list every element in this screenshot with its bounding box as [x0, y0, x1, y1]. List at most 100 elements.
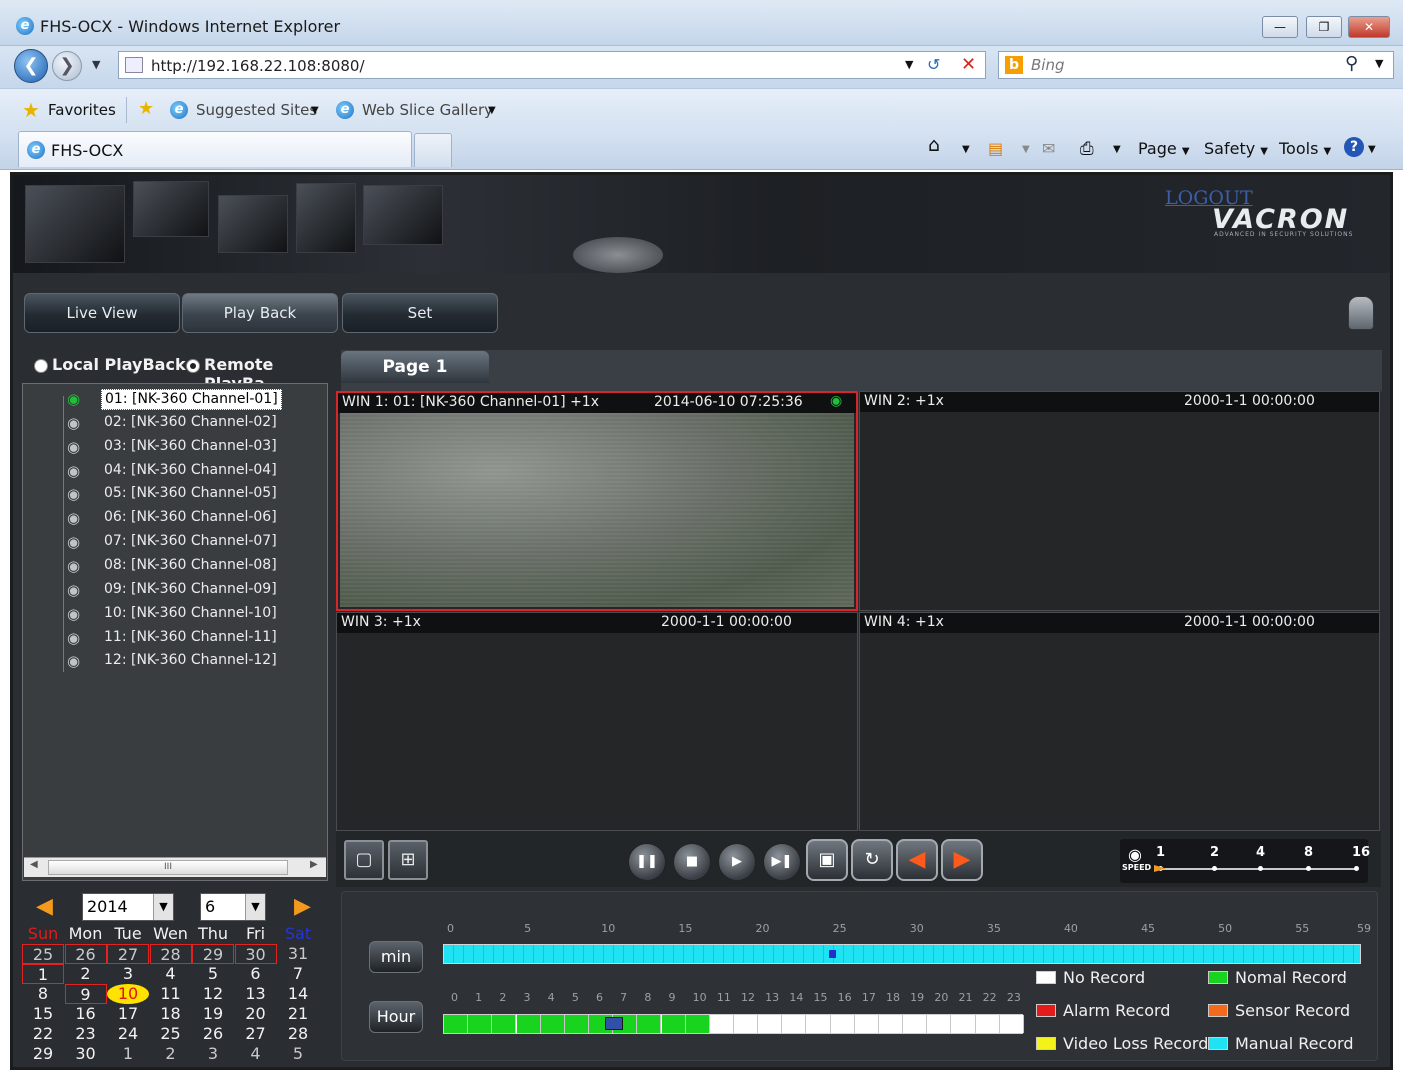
calendar-day[interactable]: 21 [277, 1004, 319, 1024]
address-dropdown-icon[interactable]: ▼ [905, 58, 913, 71]
calendar-day[interactable]: 20 [235, 1004, 277, 1024]
scroll-right-icon[interactable]: ▶ [310, 859, 318, 870]
calendar-day[interactable]: 27 [107, 944, 149, 964]
rewind-left-icon[interactable]: ◀ [896, 839, 938, 881]
calendar-day[interactable]: 30 [65, 1044, 107, 1064]
single-view-layout-icon[interactable]: ▢ [344, 840, 384, 880]
calendar-day[interactable]: 19 [192, 1004, 234, 1024]
chevron-down-icon[interactable]: ▼ [488, 105, 496, 116]
feeds-dropdown-icon[interactable]: ▼ [1022, 144, 1030, 155]
prev-month-arrow-icon[interactable]: ◀ [36, 894, 53, 919]
channel-tree-item[interactable]: ◉ 04: [NK-360 Channel-04] [23, 460, 323, 484]
recent-pages-dropdown-icon[interactable]: ▼ [92, 58, 100, 71]
alarm-light-icon[interactable] [1348, 296, 1374, 330]
calendar-day[interactable]: 2 [65, 964, 107, 984]
calendar-day[interactable]: 18 [150, 1004, 192, 1024]
new-tab-button[interactable] [414, 133, 452, 167]
hour-cell[interactable] [999, 1015, 1024, 1033]
print-icon[interactable]: ⎙ [1080, 139, 1094, 159]
hour-cell[interactable] [903, 1015, 928, 1033]
help-dropdown-icon[interactable]: ▼ [1368, 144, 1376, 155]
safety-menu[interactable]: Safety ▼ [1204, 139, 1268, 158]
forward-button[interactable]: ❯ [52, 51, 82, 81]
hour-cell[interactable] [854, 1015, 879, 1033]
calendar-day[interactable]: 16 [65, 1004, 107, 1024]
speed-option[interactable]: 16 [1352, 845, 1370, 860]
hour-cell[interactable] [540, 1015, 565, 1033]
scroll-left-icon[interactable]: ◀ [30, 859, 38, 870]
set-button[interactable]: Set [342, 293, 498, 333]
calendar-day[interactable]: 29 [22, 1044, 64, 1064]
back-button[interactable]: ❮ [14, 49, 48, 83]
hour-cell[interactable] [951, 1015, 976, 1033]
channel-tree-item[interactable]: ◉ 12: [NK-360 Channel-12] [23, 650, 323, 674]
refresh-icon[interactable]: ↻ [851, 839, 893, 881]
speed-option[interactable]: 2 [1210, 845, 1219, 860]
video-window-4[interactable]: WIN 4: +1x 2000-1-1 00:00:00 [859, 612, 1380, 831]
calendar-day[interactable]: 4 [150, 964, 192, 984]
calendar-day[interactable]: 22 [22, 1024, 64, 1044]
stop-icon[interactable]: ✕ [961, 54, 976, 75]
calendar-day[interactable]: 29 [192, 944, 234, 964]
video-window-1[interactable]: WIN 1: 01: [NK-360 Channel-01] +1x 2014-… [336, 391, 858, 611]
calendar-day[interactable]: 27 [235, 1024, 277, 1044]
calendar-day[interactable]: 5 [192, 964, 234, 984]
scroll-thumb[interactable]: III [48, 860, 288, 875]
favorites-button[interactable]: Favorites [48, 101, 116, 119]
address-bar[interactable]: http://192.168.22.108:8080/ ▼ ↺ ✕ [118, 51, 986, 79]
hour-timeline-bar[interactable] [443, 1014, 1024, 1034]
calendar-day[interactable]: 30 [234, 944, 277, 964]
tab-active[interactable]: e FHS-OCX [18, 131, 412, 167]
video-window-2[interactable]: WIN 2: +1x 2000-1-1 00:00:00 [859, 391, 1380, 611]
play-back-button[interactable]: Play Back [182, 293, 338, 333]
minute-cursor[interactable] [829, 950, 837, 958]
hour-cell[interactable] [734, 1015, 759, 1033]
calendar-day[interactable]: 4 [235, 1044, 277, 1064]
hour-cell[interactable] [516, 1015, 541, 1033]
help-icon[interactable]: ? [1344, 137, 1364, 157]
calendar-day[interactable]: 26 [192, 1024, 234, 1044]
chevron-down-icon[interactable]: ▼ [245, 894, 265, 920]
live-view-button[interactable]: Live View [24, 293, 180, 333]
hour-cell[interactable] [975, 1015, 1000, 1033]
add-favorite-icon[interactable]: ★ [138, 98, 154, 119]
mail-icon[interactable]: ✉ [1042, 139, 1055, 158]
calendar-day[interactable]: 1 [22, 964, 64, 984]
calendar-day[interactable]: 17 [107, 1004, 149, 1024]
calendar-day[interactable]: 25 [22, 944, 64, 964]
channel-tree-item[interactable]: ◉ 11: [NK-360 Channel-11] [23, 627, 323, 651]
calendar-day[interactable]: 14 [277, 984, 319, 1004]
channel-tree-item[interactable]: ◉ 08: [NK-360 Channel-08] [23, 555, 323, 579]
calendar-day[interactable]: 25 [150, 1024, 192, 1044]
search-icon[interactable]: ⚲ [1345, 53, 1358, 74]
search-box[interactable]: b Bing ⚲ ▼ [998, 51, 1394, 79]
hour-cell[interactable] [830, 1015, 855, 1033]
play-button[interactable]: ▶ [718, 843, 756, 881]
web-slice-gallery-link[interactable]: Web Slice Gallery [362, 101, 493, 119]
calendar-day[interactable]: 5 [277, 1044, 319, 1064]
speed-option[interactable]: 8 [1304, 845, 1313, 860]
local-playback-radio[interactable] [34, 359, 48, 373]
channel-tree-item[interactable]: ◉ 02: [NK-360 Channel-02] [23, 412, 323, 436]
quad-view-layout-icon[interactable]: ⊞ [388, 840, 428, 880]
snapshot-camera-icon[interactable]: ▣ [806, 839, 848, 881]
calendar-day[interactable]: 10 [107, 984, 149, 1004]
minimize-button[interactable]: — [1262, 16, 1298, 38]
next-frame-button[interactable]: ▶❚ [763, 843, 801, 881]
calendar-day[interactable]: 28 [277, 1024, 319, 1044]
calendar-day[interactable]: 23 [65, 1024, 107, 1044]
remote-playback-radio[interactable] [186, 359, 200, 373]
hour-cell[interactable] [468, 1015, 493, 1033]
year-select[interactable]: 2014 ▼ [82, 893, 174, 921]
calendar-day[interactable]: 11 [150, 984, 192, 1004]
forward-right-icon[interactable]: ▶ [941, 839, 983, 881]
calendar-day[interactable]: 15 [22, 1004, 64, 1024]
channel-tree-item[interactable]: ◉ 05: [NK-360 Channel-05] [23, 483, 323, 507]
page-tab[interactable]: Page 1 [341, 351, 489, 383]
print-dropdown-icon[interactable]: ▼ [1113, 144, 1121, 155]
calendar-day[interactable]: 6 [235, 964, 277, 984]
hour-cell[interactable] [806, 1015, 831, 1033]
feeds-icon[interactable]: ▤ [988, 139, 1003, 158]
home-dropdown-icon[interactable]: ▼ [962, 144, 970, 155]
min-zoom-button[interactable]: min [369, 941, 423, 973]
